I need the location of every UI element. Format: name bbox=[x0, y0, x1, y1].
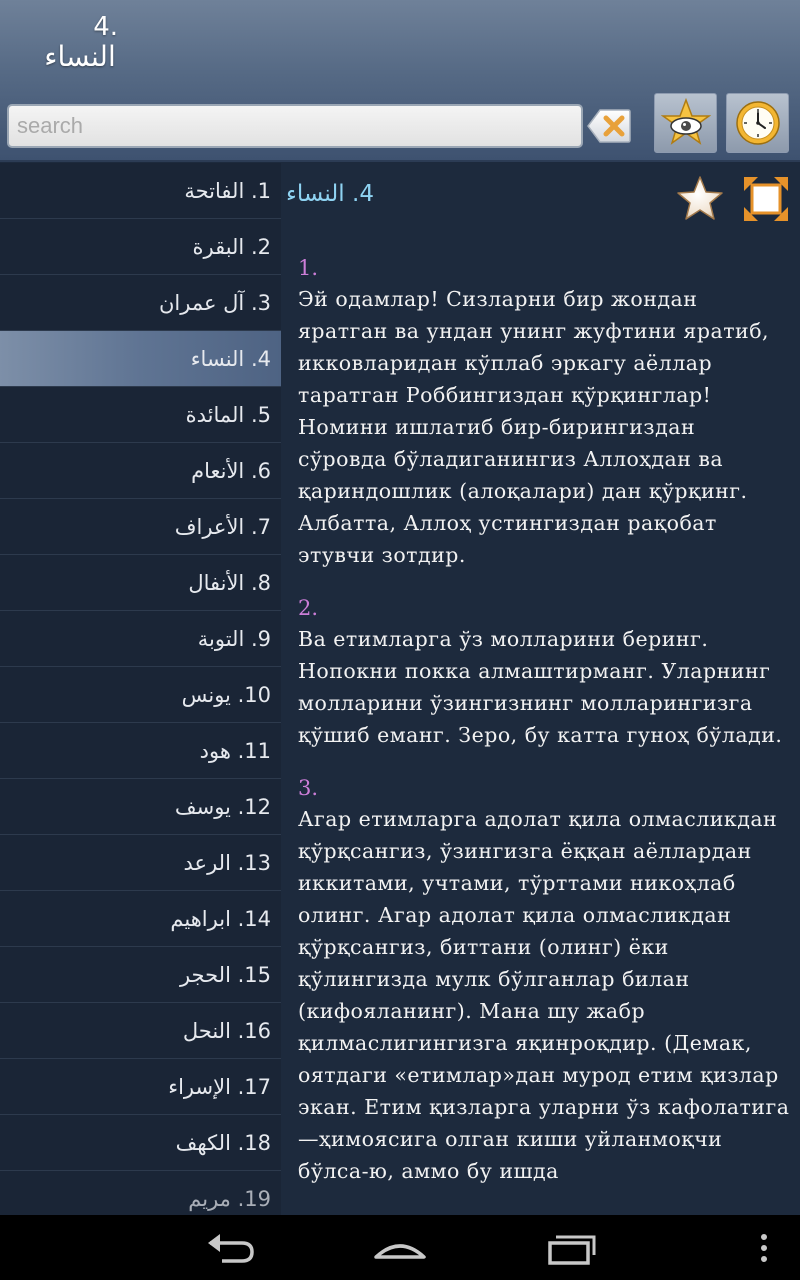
overflow-menu-button[interactable] bbox=[752, 1227, 776, 1269]
sura-item[interactable]: 11. هود bbox=[0, 723, 281, 779]
verse-number: 3. bbox=[298, 776, 319, 800]
view-mode-button[interactable] bbox=[654, 93, 717, 153]
eye-star-icon bbox=[660, 98, 711, 145]
sura-label: 4. النساء bbox=[190, 346, 271, 371]
header-sura-number: 4. bbox=[93, 12, 118, 42]
verse-number: 1. bbox=[298, 256, 319, 280]
app-header: 4. النساء bbox=[0, 0, 800, 162]
sura-item[interactable]: 19. مريم bbox=[0, 1171, 281, 1215]
sura-item[interactable]: 7. الأعراف bbox=[0, 499, 281, 555]
sura-label: 19. مريم bbox=[188, 1186, 271, 1211]
header-sura-name: النساء bbox=[44, 40, 116, 73]
verse-text: Ва етимларга ўз молларини беринг. Нопокн… bbox=[298, 627, 783, 747]
sura-label: 13. الرعد bbox=[183, 850, 271, 875]
sura-item[interactable]: 9. التوبة bbox=[0, 611, 281, 667]
sura-label: 5. المائدة bbox=[185, 402, 271, 427]
sura-label: 8. الأنفال bbox=[188, 570, 271, 595]
clock-icon bbox=[735, 101, 780, 145]
sura-label: 11. هود bbox=[199, 738, 271, 763]
verse: 2. Ва етимларга ўз молларини беринг. Ноп… bbox=[298, 593, 790, 751]
sura-item[interactable]: 2. البقرة bbox=[0, 219, 281, 275]
sura-item[interactable]: 13. الرعد bbox=[0, 835, 281, 891]
content-title: 4. النساء bbox=[286, 181, 374, 207]
clear-search-button[interactable] bbox=[586, 106, 632, 146]
sura-label: 2. البقرة bbox=[192, 234, 271, 259]
search-input[interactable] bbox=[7, 104, 583, 148]
fullscreen-icon bbox=[744, 177, 788, 221]
verse: 3. Агар етимларга адолат қила олмасликда… bbox=[298, 773, 790, 1187]
sura-label: 14. ابراهيم bbox=[170, 906, 271, 931]
recent-apps-button[interactable] bbox=[544, 1227, 600, 1269]
sura-label: 17. الإسراء bbox=[168, 1074, 271, 1099]
sura-item[interactable]: 15. الحجر bbox=[0, 947, 281, 1003]
sura-item[interactable]: 18. الكهف bbox=[0, 1115, 281, 1171]
star-icon bbox=[677, 176, 723, 220]
sura-label: 10. يونس bbox=[181, 682, 271, 707]
verse-list: 1. Эй одамлар! Сизларни бир жондан яратг… bbox=[298, 253, 790, 1209]
verse-number: 2. bbox=[298, 596, 319, 620]
sura-label: 1. الفاتحة bbox=[184, 178, 271, 203]
sura-label: 15. الحجر bbox=[179, 962, 271, 987]
home-icon bbox=[374, 1244, 426, 1259]
sura-label: 7. الأعراف bbox=[174, 514, 271, 539]
sura-label: 18. الكهف bbox=[175, 1130, 271, 1155]
back-button[interactable] bbox=[200, 1227, 260, 1269]
favorite-button[interactable] bbox=[674, 173, 726, 225]
clear-search-icon bbox=[587, 109, 631, 143]
sura-label: 16. النحل bbox=[182, 1018, 271, 1043]
sura-item[interactable]: 5. المائدة bbox=[0, 387, 281, 443]
reading-pane: 4. النساء 1. Эй одамлар! Сизларни бир жо… bbox=[282, 163, 800, 1215]
sura-item[interactable]: 6. الأنعام bbox=[0, 443, 281, 499]
sura-item[interactable]: 12. يوسف bbox=[0, 779, 281, 835]
verse: 1. Эй одамлар! Сизларни бир жондан яратг… bbox=[298, 253, 790, 571]
sura-label: 9. التوبة bbox=[197, 626, 271, 651]
sura-item[interactable]: 4. النساء bbox=[0, 331, 281, 387]
fullscreen-button[interactable] bbox=[742, 175, 790, 223]
sura-item[interactable]: 16. النحل bbox=[0, 1003, 281, 1059]
sura-item[interactable]: 3. آل عمران bbox=[0, 275, 281, 331]
sura-item[interactable]: 8. الأنفال bbox=[0, 555, 281, 611]
verse-text: Эй одамлар! Сизларни бир жондан яратган … bbox=[298, 287, 770, 567]
home-button[interactable] bbox=[370, 1227, 430, 1269]
sura-label: 12. يوسف bbox=[174, 794, 271, 819]
sura-item[interactable]: 1. الفاتحة bbox=[0, 163, 281, 219]
recent-apps-icon bbox=[548, 1235, 596, 1265]
sura-item[interactable]: 17. الإسراء bbox=[0, 1059, 281, 1115]
sura-item[interactable]: 10. يونس bbox=[0, 667, 281, 723]
verse-text: Агар етимларга адолат қила олмасликдан қ… bbox=[298, 807, 790, 1183]
system-nav-bar bbox=[0, 1215, 800, 1280]
back-arrow-icon bbox=[208, 1234, 254, 1263]
header-title: 4. النساء bbox=[30, 12, 130, 72]
sura-label: 6. الأنعام bbox=[191, 458, 271, 483]
sura-item[interactable]: 14. ابراهيم bbox=[0, 891, 281, 947]
sura-list: 1. الفاتحة 2. البقرة 3. آل عمران 4. النس… bbox=[0, 163, 281, 1215]
history-button[interactable] bbox=[726, 93, 789, 153]
overflow-menu-icon bbox=[761, 1234, 767, 1262]
sura-label: 3. آل عمران bbox=[158, 290, 271, 315]
